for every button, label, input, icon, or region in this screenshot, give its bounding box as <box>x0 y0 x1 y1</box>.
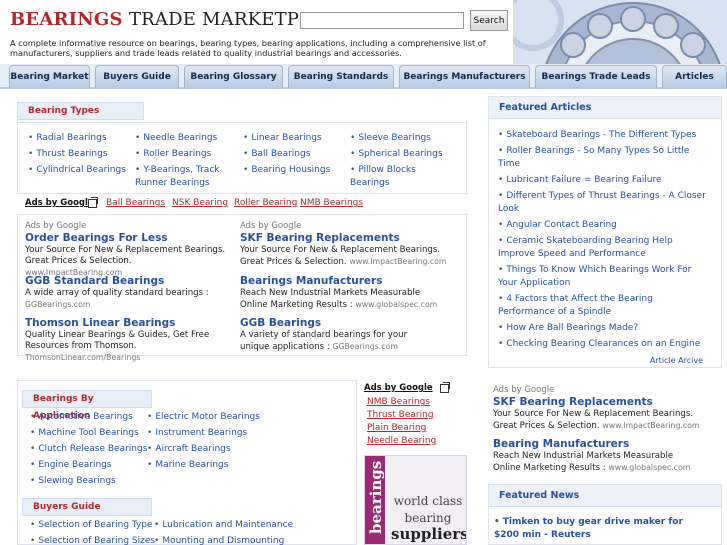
ad-url[interactable]: GGBearings.com <box>25 300 90 309</box>
ad-body: A wide array of quality standard bearing… <box>25 288 209 309</box>
bearing-types-title: Bearing Types <box>17 102 144 120</box>
ad-url[interactable]: ThomsonLinear.com/Bearings <box>25 353 140 362</box>
ad-body: Reach New Industrial Markets Measurable … <box>493 451 691 473</box>
ad-link[interactable]: Ball Bearings <box>106 198 165 208</box>
ad-title[interactable]: Order Bearings For Less <box>25 232 168 244</box>
tab-bearing-glossary[interactable]: Bearing Glossary <box>184 65 283 88</box>
bearing-type-link[interactable]: • Bearing Housings <box>243 164 330 177</box>
article-link[interactable]: • Checking Bearing Clearances on an Engin… <box>498 338 710 351</box>
ads-by-google-small: Ads by Google <box>25 221 87 231</box>
bearings-banner-ad[interactable]: bearings world class bearing suppliers <box>364 455 467 545</box>
article-link[interactable]: • Lubricant Failure = Bearing Failure <box>498 174 710 187</box>
ad-body: Your Source For New & Replacement Bearin… <box>240 245 447 267</box>
ad-title[interactable]: Thomson Linear Bearings <box>25 317 175 329</box>
ad-body: Reach New Industrial Markets Measurable … <box>240 288 438 310</box>
tab-bearings-trade-leads[interactable]: Bearings Trade Leads <box>535 65 657 88</box>
ads-by-google-small: Ads by Google <box>240 221 302 231</box>
article-link[interactable]: • Different Types of Thrust Bearings - A … <box>498 190 710 216</box>
article-link[interactable]: • Angular Contact Bearing <box>498 219 710 232</box>
ad-body: Quality Linear Bearings & Guides, Get Fr… <box>25 330 210 362</box>
ad-title[interactable]: GGB Bearings <box>240 317 321 329</box>
bearing-type-link[interactable]: • Sleeve Bearings <box>350 132 431 145</box>
bearing-type-link[interactable]: • Ball Bearings <box>243 148 310 161</box>
tab-bearing-standards[interactable]: Bearing Standards <box>288 65 394 88</box>
bearing-type-link[interactable]: • Linear Bearings <box>243 132 322 145</box>
side-ad-link[interactable]: Needle Bearing <box>367 436 436 446</box>
bearing-type-link[interactable]: • Cylindrical Bearings <box>28 164 126 177</box>
featured-articles-title: Featured Articles <box>489 97 721 119</box>
ad-link[interactable]: NSK Bearing <box>172 198 228 208</box>
side-ad-link[interactable]: NMB Bearings <box>367 397 430 407</box>
tab-bearings-manufacturers[interactable]: Bearings Manufacturers <box>399 65 530 88</box>
ad-title[interactable]: GGB Standard Bearings <box>25 275 164 287</box>
ad-link[interactable]: NMB Bearings <box>300 198 363 208</box>
article-link[interactable]: • Skateboard Bearings - The Different Typ… <box>498 129 710 142</box>
buyers-guide-link[interactable]: • Selection of Bearing Sizes <box>30 535 155 545</box>
article-link[interactable]: • Ceramic Skateboarding Bearing Help Impr… <box>498 235 710 261</box>
search-input[interactable] <box>300 12 464 29</box>
application-link[interactable]: • Marine Bearings <box>147 459 228 472</box>
application-link[interactable]: • Engine Bearings <box>30 459 112 472</box>
application-link[interactable]: • Aircraft Bearings <box>147 443 231 456</box>
main-nav: Bearing Market Buyers Guide Bearing Glos… <box>0 64 727 89</box>
application-link[interactable]: • Clutch Release Bearings <box>30 443 147 456</box>
banner-line: suppliers <box>391 525 467 543</box>
ads-by-google-small: Ads by Google <box>493 385 555 395</box>
bearing-type-link[interactable]: • Y-Bearings, Track Runner Bearings <box>135 164 235 190</box>
ad-title[interactable]: Bearing Manufacturers <box>493 438 629 450</box>
ad-url[interactable]: www.ImpactBearing.com <box>602 421 699 430</box>
external-link-icon <box>88 197 98 208</box>
bearing-type-link[interactable]: • Pillow Blocks Bearings <box>350 164 450 190</box>
by-application-title: Bearings By Application <box>22 390 152 421</box>
application-link[interactable]: • Slewing Bearings <box>30 475 116 488</box>
buyers-guide-link[interactable]: • Mounting and Dismounting <box>154 535 284 545</box>
ad-title[interactable]: Bearings Manufacturers <box>240 275 382 287</box>
bearing-type-link[interactable]: • Thrust Bearings <box>28 148 108 161</box>
ad-url[interactable]: www.globalspec.com <box>608 463 690 472</box>
article-link[interactable]: • 4 Factors that Affect the Bearing Perfo… <box>498 293 710 319</box>
site-tagline: A complete informative resource on beari… <box>10 38 486 58</box>
tab-buyers-guide[interactable]: Buyers Guide <box>95 65 179 88</box>
bearing-type-link[interactable]: • Needle Bearings <box>135 132 217 145</box>
banner-vertical-text: bearings <box>367 460 385 534</box>
application-link[interactable]: • Automotive Bearings <box>30 411 133 424</box>
article-link[interactable]: • How Are Ball Bearings Made? <box>498 322 710 335</box>
header-bearing-illustration <box>513 0 727 64</box>
ad-body: A variety of standard bearings for your … <box>240 330 408 352</box>
article-archive-link[interactable]: Article Arcive <box>650 356 703 365</box>
article-link[interactable]: • Roller Bearings - So Many Types So Litt… <box>498 145 710 171</box>
ad-url[interactable]: GGBearings.com <box>332 342 397 351</box>
application-link[interactable]: • Electric Motor Bearings <box>147 411 260 424</box>
application-link[interactable]: • Instrument Bearings <box>147 427 247 440</box>
buyers-guide-link[interactable]: • Selection of Bearing Type <box>30 519 153 532</box>
ad-body: Your Source For New & Replacement Bearin… <box>25 245 226 277</box>
side-ad-link[interactable]: Thrust Bearing <box>367 410 434 420</box>
bearing-type-link[interactable]: • Spherical Bearings <box>350 148 443 161</box>
featured-news-title: Featured News <box>489 485 721 507</box>
ad-title[interactable]: SKF Bearing Replacements <box>240 232 400 244</box>
ad-body: Your Source For New & Replacement Bearin… <box>493 409 700 431</box>
banner-line: world class <box>393 494 463 508</box>
logo-word-bearings: BEARINGS <box>10 9 123 30</box>
article-link[interactable]: • Things To Know Which Bearings Work For … <box>498 264 710 290</box>
ad-link[interactable]: Roller Bearing <box>234 198 297 208</box>
external-link-icon <box>440 382 450 393</box>
ad-url[interactable]: www.globalspec.com <box>355 300 437 309</box>
search-button[interactable]: Search <box>470 10 508 31</box>
site-header: BEARINGS TRADE MARKETPLACE Search A comp… <box>0 0 727 64</box>
tab-articles[interactable]: Articles <box>662 65 727 88</box>
application-link[interactable]: • Machine Tool Bearings <box>30 427 139 440</box>
buyers-guide-title: Buyers Guide <box>22 498 152 516</box>
side-ads-label[interactable]: Ads by Google <box>364 383 433 393</box>
bearing-type-link[interactable]: • Roller Bearings <box>135 148 211 161</box>
tab-bearing-market[interactable]: Bearing Market <box>9 65 90 88</box>
ads-by-google-label[interactable]: Ads by Google <box>25 198 94 208</box>
bearing-type-link[interactable]: • Radial Bearings <box>28 132 107 145</box>
ad-url[interactable]: www.ImpactBearing.com <box>349 257 446 266</box>
news-link[interactable]: • Timken to buy gear drive maker for $200… <box>494 516 699 542</box>
ad-title[interactable]: SKF Bearing Replacements <box>493 396 653 408</box>
side-ad-link[interactable]: Plain Bearing <box>367 423 426 433</box>
banner-line: bearing <box>404 511 452 525</box>
buyers-guide-link[interactable]: • Lubrication and Maintenance <box>154 519 293 532</box>
